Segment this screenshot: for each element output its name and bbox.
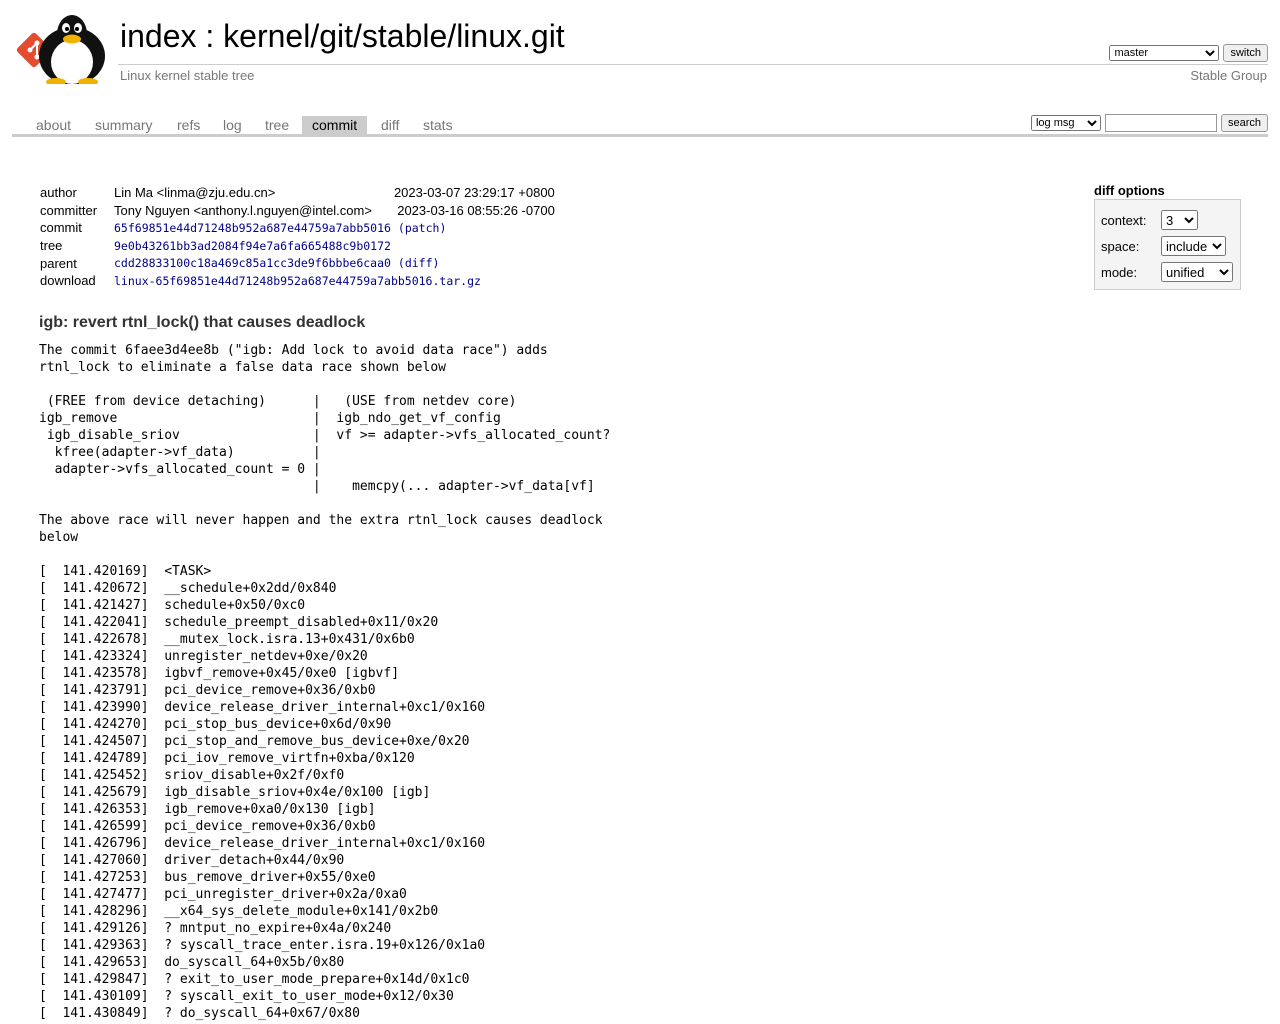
tab-about[interactable]: about — [26, 116, 81, 135]
repo-owner: Stable Group — [1190, 68, 1267, 83]
tab-commit[interactable]: commit — [302, 116, 368, 135]
search-mode-select[interactable]: log msg — [1030, 115, 1101, 131]
space-label: space: — [1101, 238, 1140, 254]
commit-hash-link[interactable]: 65f69851e44d71248b952a687e44759a7abb5016 — [114, 221, 391, 235]
tree-label: tree — [40, 238, 63, 254]
download-row: download linux-65f69851e44d71248b952a687… — [36, 272, 559, 290]
diff-options-title: diff options — [1094, 183, 1165, 198]
parent-hash-link[interactable]: cdd28833100c18a469c85a1cc3de9f6bbbe6caa0 — [114, 256, 391, 270]
download-link[interactable]: linux-65f69851e44d71248b952a687e44759a7a… — [114, 274, 481, 288]
repo-description: Linux kernel stable tree — [120, 68, 255, 83]
tab-stats[interactable]: stats — [413, 116, 463, 135]
committer-row: committer Tony Nguyen <anthony.l.nguyen@… — [36, 202, 559, 220]
context-select[interactable]: 3 — [1161, 210, 1198, 230]
diff-open-paren: ( — [397, 256, 405, 271]
patch-link[interactable]: patch — [405, 221, 440, 235]
tab-bar: about summary refs log tree commit diff … — [12, 112, 1268, 137]
space-select[interactable]: include — [1161, 236, 1226, 256]
commit-message-body: The commit 6faee3d4ee8b ("igb: Add lock … — [39, 343, 611, 1021]
tab-refs[interactable]: refs — [167, 116, 210, 135]
author-row: author Lin Ma <linma@zju.edu.cn> 2023-03… — [36, 184, 559, 202]
mode-label: mode: — [1101, 264, 1138, 280]
committer-value: Tony Nguyen <anthony.l.nguyen@intel.com> — [114, 202, 372, 218]
index-link[interactable]: index — [120, 18, 197, 54]
diff-options-box: context: 3 space: include mode: unified — [1094, 199, 1241, 290]
parent-row: parent cdd28833100c18a469c85a1cc3de9f6bb… — [36, 254, 559, 272]
tree-cell: 9e0b43261bb3ad2084f94e7a6fa665488c9b0172 — [110, 237, 559, 255]
parent-label: parent — [40, 255, 77, 271]
author-value: Lin Ma <linma@zju.edu.cn> — [114, 185, 276, 201]
cgit-logo[interactable] — [16, 12, 108, 86]
tab-tree[interactable]: tree — [255, 116, 299, 135]
space-row: space: include — [1101, 233, 1234, 259]
parent-diff-link[interactable]: diff — [405, 256, 433, 270]
author-date: 2023-03-07 23:29:17 +0800 — [393, 185, 555, 201]
tree-hash-link[interactable]: 9e0b43261bb3ad2084f94e7a6fa665488c9b0172 — [114, 239, 391, 253]
tab-diff[interactable]: diff — [371, 116, 409, 135]
tab-log[interactable]: log — [213, 116, 252, 135]
branch-switch-form: master switch — [1109, 44, 1268, 62]
tab-summary[interactable]: summary — [85, 116, 163, 135]
author-label: author — [40, 185, 77, 201]
download-cell: linux-65f69851e44d71248b952a687e44759a7a… — [110, 272, 559, 290]
switch-button[interactable]: switch — [1223, 44, 1268, 62]
tree-row: tree 9e0b43261bb3ad2084f94e7a6fa665488c9… — [36, 237, 559, 255]
patch-open-paren: ( — [397, 220, 405, 235]
committer-label: committer — [40, 202, 98, 218]
mode-select[interactable]: unified — [1161, 262, 1233, 282]
repo-link[interactable]: kernel/git/stable/linux.git — [223, 18, 565, 54]
commit-row: commit 65f69851e44d71248b952a687e44759a7… — [36, 219, 559, 237]
title-separator: : — [205, 18, 215, 54]
mode-row: mode: unified — [1101, 259, 1234, 285]
commit-subject: igb: revert rtnl_lock() that causes dead… — [39, 314, 366, 331]
commit-cell: 65f69851e44d71248b952a687e44759a7abb5016… — [110, 219, 559, 237]
page-title: index : kernel/git/stable/linux.git — [120, 16, 565, 56]
diff-close-paren: ) — [432, 256, 440, 271]
context-label: context: — [1101, 212, 1147, 228]
patch-close-paren: ) — [439, 220, 447, 235]
tux-logo-icon — [16, 15, 105, 86]
search-button[interactable]: search — [1220, 114, 1268, 132]
context-row: context: 3 — [1101, 207, 1234, 233]
commit-label: commit — [40, 220, 82, 236]
committer-date: 2023-03-16 08:55:26 -0700 — [397, 202, 555, 218]
header-divider — [118, 64, 1268, 65]
branch-select[interactable]: master — [1109, 45, 1220, 61]
commit-info-table: author Lin Ma <linma@zju.edu.cn> 2023-03… — [36, 184, 559, 290]
search-input[interactable] — [1104, 114, 1217, 132]
diff-options-panel: diff options context: 3 space: include m… — [1094, 183, 1241, 290]
download-label: download — [40, 273, 96, 289]
parent-cell: cdd28833100c18a469c85a1cc3de9f6bbbe6caa0… — [110, 254, 559, 272]
search-form: log msg search — [1030, 114, 1268, 132]
